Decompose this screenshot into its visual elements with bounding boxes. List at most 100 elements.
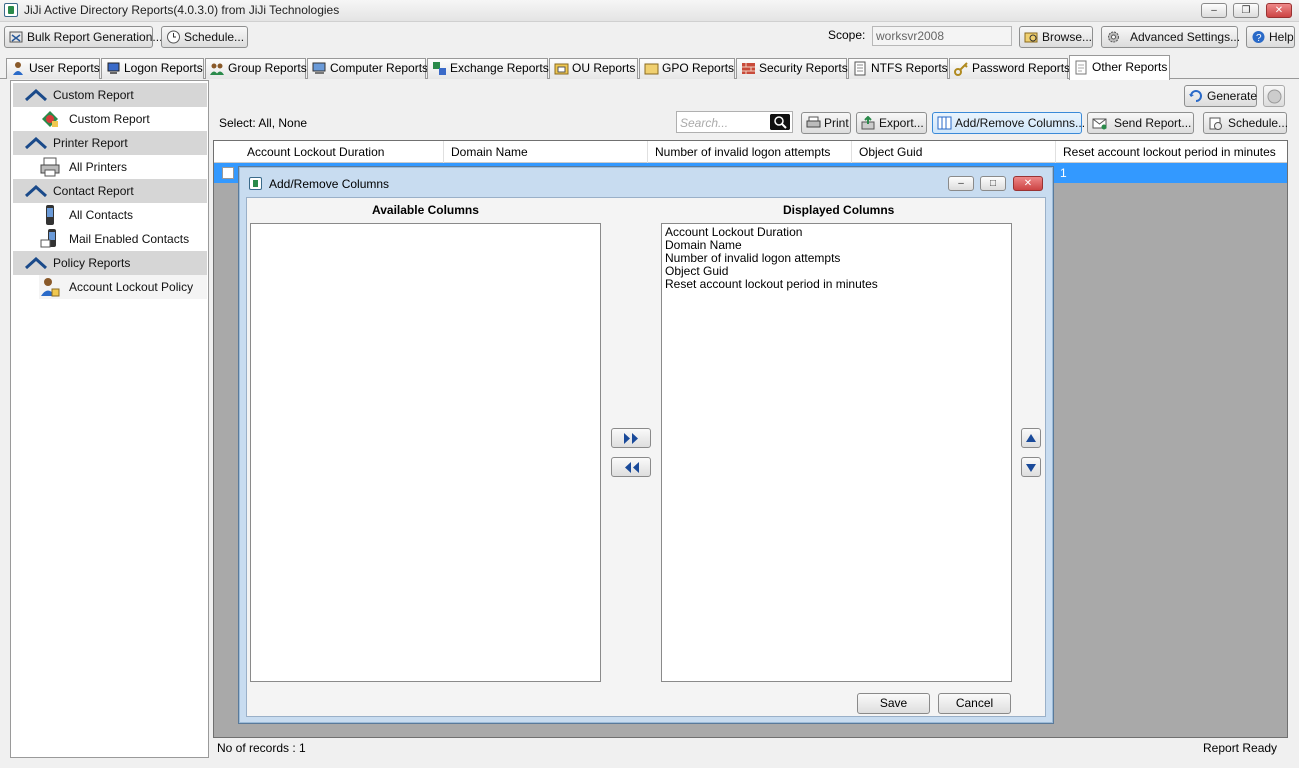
sidebar-item-label: All Printers: [69, 160, 128, 174]
move-up-button[interactable]: [1021, 428, 1041, 448]
browse-icon: [1024, 32, 1038, 43]
stop-icon: [1267, 89, 1282, 104]
print-button[interactable]: Print: [801, 112, 851, 134]
report-sidebar: Custom Report Custom Report Printer Repo…: [10, 80, 209, 758]
sidebar-item-label: Custom Report: [69, 112, 150, 126]
app-icon: [4, 3, 18, 17]
column-header[interactable]: Account Lockout Duration: [243, 141, 444, 163]
sidebar-group-printer-report[interactable]: Printer Report: [13, 131, 207, 155]
sidebar-item-label: All Contacts: [69, 208, 134, 222]
sidebar-item-custom-report[interactable]: Custom Report: [39, 107, 207, 131]
scope-field[interactable]: worksvr2008: [872, 26, 1012, 46]
row-checkbox[interactable]: [222, 167, 234, 179]
browse-button[interactable]: Browse...: [1019, 26, 1093, 48]
tab-gpo-reports[interactable]: GPO Reports: [639, 58, 735, 79]
cancel-button[interactable]: Cancel: [938, 693, 1011, 714]
displayed-columns-list[interactable]: Account Lockout Duration Domain Name Num…: [661, 223, 1012, 682]
minimize-button[interactable]: –: [1201, 3, 1227, 18]
toolbar-schedule-label: Schedule...: [184, 30, 245, 44]
title-bar: JiJi Active Directory Reports(4.0.3.0) f…: [0, 0, 1299, 22]
tab-label: GPO Reports: [662, 61, 735, 75]
column-header[interactable]: Domain Name: [447, 141, 648, 163]
dialog-app-icon: [249, 177, 262, 190]
bulk-report-label: Bulk Report Generation...: [27, 30, 163, 44]
add-remove-columns-button[interactable]: Add/Remove Columns...: [932, 112, 1085, 134]
tab-label: Security Reports: [759, 61, 848, 75]
column-header[interactable]: Number of invalid logon attempts: [651, 141, 852, 163]
search-input[interactable]: Search...: [680, 116, 728, 130]
close-button[interactable]: ✕: [1266, 3, 1292, 18]
send-report-button[interactable]: Send Report...: [1087, 112, 1194, 134]
sidebar-group-custom-report[interactable]: Custom Report: [13, 83, 207, 107]
sidebar-item-label: Account Lockout Policy: [69, 280, 194, 294]
sidebar-item-label: Mail Enabled Contacts: [69, 232, 190, 246]
displayed-columns-title: Displayed Columns: [783, 203, 895, 217]
select-all-none[interactable]: Select: All, None: [219, 116, 307, 130]
tab-security-reports[interactable]: Security Reports: [736, 58, 848, 79]
search-box[interactable]: Search...: [676, 111, 793, 133]
ou-icon: [554, 63, 569, 75]
printer-icon: [40, 157, 60, 177]
status-text: Report Ready: [1203, 741, 1278, 755]
exchange-icon: [433, 62, 446, 75]
tab-ou-reports[interactable]: OU Reports: [549, 58, 638, 79]
save-button[interactable]: Save: [857, 693, 930, 714]
row-cell-reset-period: 1: [1060, 166, 1067, 180]
column-header[interactable]: Object Guid: [855, 141, 1056, 163]
dialog-title-bar[interactable]: Add/Remove Columns – □ ✕: [239, 167, 1053, 197]
tab-computer-reports[interactable]: Computer Reports: [307, 58, 429, 79]
remove-column-button[interactable]: [611, 457, 651, 477]
sidebar-item-mail-enabled-contacts[interactable]: Mail Enabled Contacts: [39, 227, 207, 251]
add-remove-columns-dialog: Add/Remove Columns – □ ✕ Available Colum…: [238, 166, 1054, 724]
tab-user-reports[interactable]: User Reports: [6, 58, 100, 79]
export-icon: [861, 116, 875, 130]
export-button[interactable]: Export...: [856, 112, 927, 134]
toolbar-schedule-button[interactable]: Schedule...: [161, 26, 248, 48]
dialog-minimize-button[interactable]: –: [948, 176, 974, 191]
sidebar-group-contact-report[interactable]: Contact Report: [13, 179, 207, 203]
collapse-chevron-icon: [25, 185, 47, 197]
dialog-maximize-button[interactable]: □: [980, 176, 1006, 191]
tab-label: Password Reports: [972, 61, 1071, 75]
dialog-title: Add/Remove Columns: [269, 177, 390, 191]
arrow-down-icon: [1026, 464, 1036, 472]
search-icon[interactable]: [770, 114, 790, 130]
tab-group-reports[interactable]: Group Reports: [205, 58, 307, 79]
bulk-report-icon: [9, 31, 23, 43]
move-down-button[interactable]: [1021, 457, 1041, 477]
scope-label: Scope:: [828, 28, 866, 42]
generate-label: Generate: [1207, 89, 1258, 103]
available-columns-list[interactable]: [250, 223, 601, 682]
dialog-body: Available Columns Displayed Columns Acco…: [246, 197, 1046, 717]
brick-wall-icon: [742, 63, 755, 74]
sidebar-item-all-printers[interactable]: All Printers: [39, 155, 207, 179]
column-header[interactable]: Reset account lockout period in minutes: [1059, 141, 1285, 163]
list-item[interactable]: Reset account lockout period in minutes: [662, 278, 1011, 291]
tab-password-reports[interactable]: Password Reports: [949, 58, 1071, 79]
main-schedule-button[interactable]: Schedule...: [1203, 112, 1288, 134]
advanced-settings-button[interactable]: Advanced Settings...: [1101, 26, 1240, 48]
generate-button[interactable]: Generate: [1184, 85, 1257, 107]
dialog-close-button[interactable]: ✕: [1013, 176, 1043, 191]
tab-label: Group Reports: [228, 61, 307, 75]
sidebar-item-account-lockout-policy[interactable]: Account Lockout Policy: [39, 275, 207, 299]
record-count: No of records : 1: [217, 741, 306, 755]
tab-ntfs-reports[interactable]: NTFS Reports: [848, 58, 948, 79]
sidebar-group-policy-reports[interactable]: Policy Reports: [13, 251, 207, 275]
tab-other-reports[interactable]: Other Reports: [1069, 55, 1170, 80]
help-button[interactable]: ? Help: [1246, 26, 1295, 48]
sidebar-group-label: Policy Reports: [53, 256, 131, 270]
tab-label: NTFS Reports: [871, 61, 948, 75]
bulk-report-button[interactable]: Bulk Report Generation...: [4, 26, 162, 48]
tab-logon-reports[interactable]: Logon Reports: [101, 58, 204, 79]
tab-exchange-reports[interactable]: Exchange Reports: [427, 58, 549, 79]
add-column-button[interactable]: [611, 428, 651, 448]
sidebar-group-label: Contact Report: [53, 184, 134, 198]
sidebar-item-all-contacts[interactable]: All Contacts: [39, 203, 207, 227]
grid-header: Account Lockout Duration Domain Name Num…: [214, 141, 1287, 163]
group-icon: [210, 63, 224, 75]
tab-label: Computer Reports: [330, 61, 429, 75]
sidebar-group-label: Custom Report: [53, 88, 134, 102]
stop-button[interactable]: [1263, 85, 1285, 107]
restore-button[interactable]: ❐: [1233, 3, 1259, 18]
